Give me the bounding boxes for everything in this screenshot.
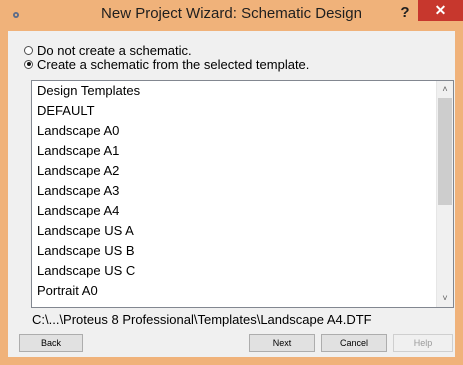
radio-button[interactable]	[24, 45, 33, 55]
scroll-up-icon[interactable]: ˄	[437, 81, 453, 98]
close-button[interactable]: ✕	[418, 0, 463, 21]
radio-no-schematic[interactable]: Do not create a schematic.	[24, 42, 192, 58]
help-icon[interactable]: ?	[394, 2, 416, 24]
list-item[interactable]: DEFAULT	[37, 101, 95, 121]
title-bar[interactable]: New Project Wizard: Schematic Design ? ✕	[0, 0, 463, 31]
vertical-scrollbar[interactable]: ˄ ˅	[436, 81, 453, 307]
next-button[interactable]: Next	[249, 334, 315, 352]
list-item[interactable]: Landscape A1	[37, 141, 119, 161]
list-item[interactable]: Landscape A0	[37, 121, 119, 141]
list-item[interactable]: Portrait A0	[37, 281, 98, 301]
selected-template-path: C:\...\Proteus 8 Professional\Templates\…	[32, 312, 372, 327]
back-button[interactable]: Back	[19, 334, 83, 352]
list-item[interactable]: Landscape US C	[37, 261, 135, 281]
radio-label: Do not create a schematic.	[37, 42, 192, 58]
help-button[interactable]: Help	[393, 334, 453, 352]
scroll-down-icon[interactable]: ˅	[437, 290, 453, 307]
cancel-button[interactable]: Cancel	[321, 334, 387, 352]
list-item[interactable]: Landscape A3	[37, 181, 119, 201]
list-item[interactable]: Landscape US B	[37, 241, 135, 261]
scroll-thumb[interactable]	[438, 98, 452, 205]
list-item[interactable]: Landscape US A	[37, 221, 134, 241]
radio-label: Create a schematic from the selected tem…	[37, 56, 310, 72]
radio-button-selected[interactable]	[24, 59, 33, 69]
template-list[interactable]: Design Templates DEFAULT Landscape A0 La…	[31, 80, 454, 308]
list-header: Design Templates	[37, 83, 141, 98]
list-item[interactable]: Landscape A4	[37, 201, 119, 221]
radio-from-template[interactable]: Create a schematic from the selected tem…	[24, 56, 310, 72]
list-item[interactable]: Landscape A2	[37, 161, 119, 181]
